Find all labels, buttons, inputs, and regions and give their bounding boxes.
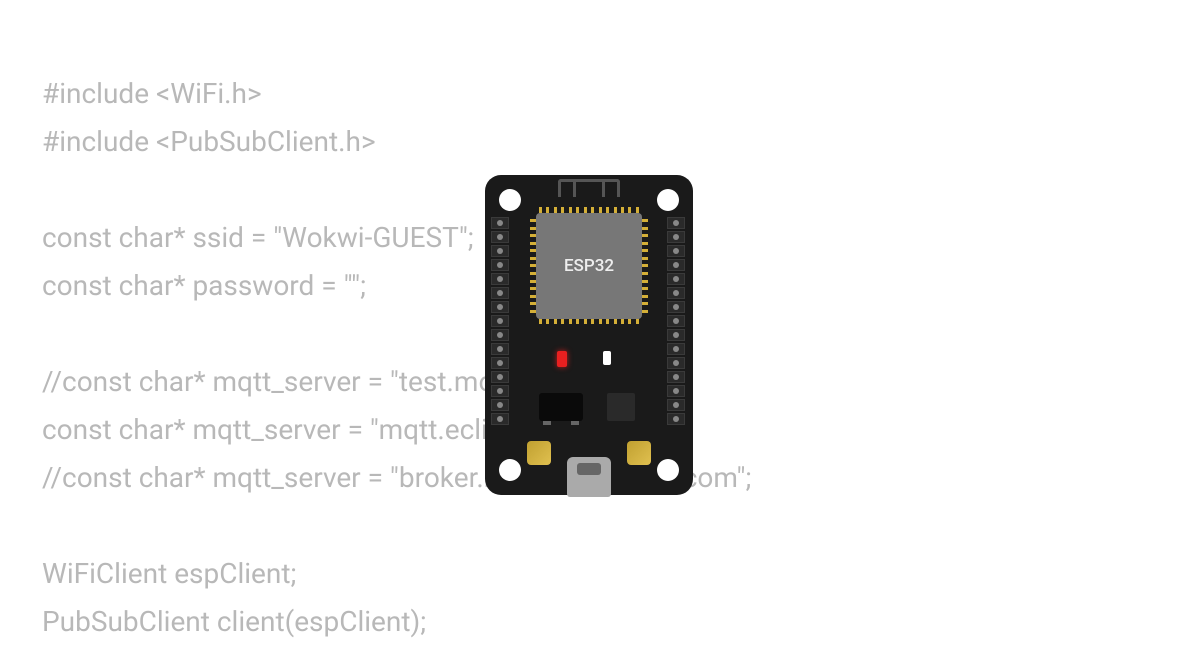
antenna-icon bbox=[558, 179, 620, 197]
chip-label: ESP32 bbox=[564, 256, 614, 276]
mounting-hole-icon bbox=[499, 189, 521, 211]
code-line: #include <WiFi.h> bbox=[42, 70, 751, 118]
code-line: #include <PubSubClient.h> bbox=[42, 118, 751, 166]
blank-line bbox=[42, 502, 751, 550]
esp32-chip: ESP32 bbox=[536, 213, 642, 319]
mounting-hole-icon bbox=[657, 189, 679, 211]
usb-chip-icon bbox=[607, 393, 635, 421]
gpio-header-left bbox=[491, 217, 511, 425]
led-red-icon bbox=[557, 351, 567, 367]
mounting-hole-icon bbox=[499, 459, 521, 481]
code-line: WiFiClient espClient; bbox=[42, 550, 751, 598]
usb-port-icon bbox=[567, 457, 611, 497]
esp32-board[interactable]: ESP32 bbox=[485, 175, 693, 495]
led-white-icon bbox=[603, 351, 611, 365]
mounting-hole-icon bbox=[657, 459, 679, 481]
boot-button[interactable] bbox=[527, 441, 551, 465]
enable-button[interactable] bbox=[627, 441, 651, 465]
voltage-regulator-icon bbox=[539, 393, 583, 421]
code-line: PubSubClient client(espClient); bbox=[42, 598, 751, 646]
gpio-header-right bbox=[667, 217, 687, 425]
chip-pins-icon bbox=[642, 219, 648, 313]
